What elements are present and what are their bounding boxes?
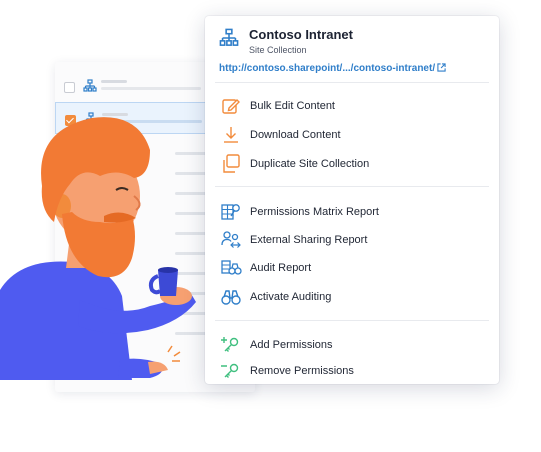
binoculars-icon [221,290,241,305]
menu-item-label: Remove Permissions [250,365,354,377]
placeholder-line [101,87,201,90]
menu-item-duplicate[interactable]: Duplicate Site Collection [205,153,499,177]
add-key-icon [221,337,239,352]
audit-report-icon [221,260,242,275]
menu-item-label: External Sharing Report [250,234,368,246]
person-illustration [0,117,196,380]
external-sharing-icon [221,231,241,248]
menu-item-activate-auditing[interactable]: Activate Auditing [205,286,499,310]
menu-item-bulk-edit[interactable]: Bulk Edit Content [205,95,499,119]
site-url-text[interactable]: http://contoso.sharepoint/.../contoso-in… [219,63,435,74]
menu-item-audit-report[interactable]: Audit Report [205,257,499,281]
permissions-matrix-icon [221,204,240,220]
site-title: Contoso Intranet [249,27,353,42]
menu-item-add-permissions[interactable]: Add Permissions [205,334,499,358]
menu-item-label: Download Content [250,129,341,141]
menu-divider [215,82,489,83]
menu-divider [215,320,489,321]
menu-item-download[interactable]: Download Content [205,124,499,148]
row-checkbox[interactable] [64,82,75,93]
edit-icon [222,99,240,114]
site-subtitle: Site Collection [249,45,307,55]
download-icon [224,127,238,143]
menu-item-label: Permissions Matrix Report [250,206,379,218]
menu-item-label: Bulk Edit Content [250,100,335,112]
menu-item-label: Duplicate Site Collection [250,158,370,170]
menu-item-external-sharing[interactable]: External Sharing Report [205,229,499,253]
remove-key-icon [221,363,239,378]
duplicate-icon [223,154,240,173]
menu-item-label: Add Permissions [250,339,333,351]
menu-item-label: Activate Auditing [250,291,332,303]
menu-item-permissions-matrix[interactable]: Permissions Matrix Report [205,201,499,225]
sitemap-icon [83,79,97,92]
placeholder-line [101,80,127,83]
external-link-icon[interactable] [437,63,446,72]
context-menu: Contoso Intranet Site Collection http://… [205,16,499,384]
menu-item-label: Audit Report [250,262,312,274]
menu-item-remove-permissions[interactable]: Remove Permissions [205,360,499,384]
sitemap-icon [219,28,239,46]
site-header: Contoso Intranet Site Collection http://… [205,16,499,80]
site-url-link[interactable]: http://contoso.sharepoint/.../contoso-in… [219,63,446,74]
menu-divider [215,186,489,187]
